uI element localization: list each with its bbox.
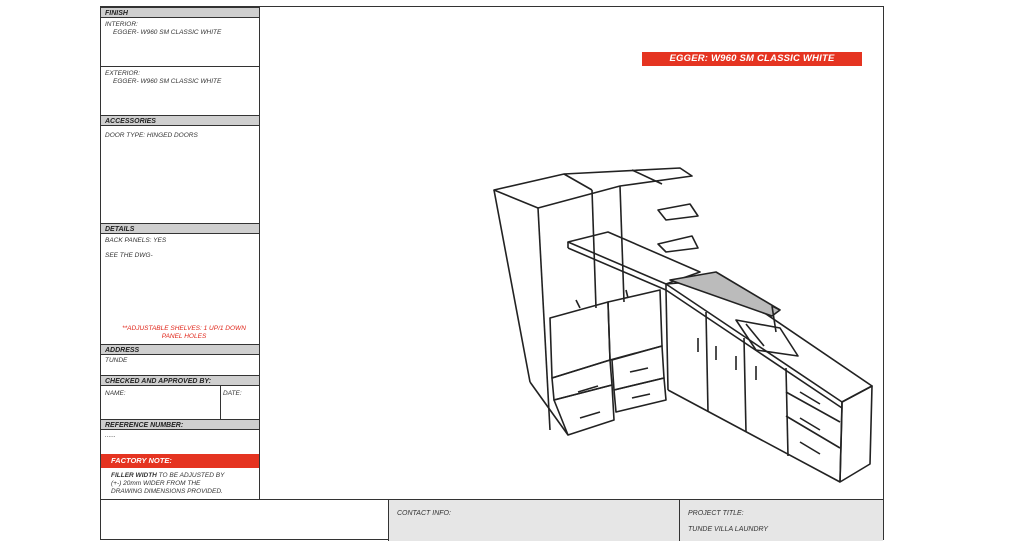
- factory-note-line3: DRAWING DIMENSIONS PROVIDED.: [111, 488, 223, 495]
- exterior-value: EGGER- W960 SM CLASSIC WHITE: [113, 78, 222, 85]
- backsplash: [669, 271, 781, 317]
- divider: [101, 66, 259, 67]
- address-header: ADDRESS: [101, 344, 259, 355]
- open-shelf: [657, 203, 699, 221]
- finish-header: FINISH: [101, 7, 259, 18]
- checked-header: CHECKED AND APPROVED BY:: [101, 375, 259, 386]
- drawer: [551, 359, 613, 401]
- address-value: TUNDE: [105, 357, 128, 364]
- factory-note-line1-rest: TO BE ADJUSTED BY: [156, 472, 225, 479]
- back-panels-text: BACK PANELS: YES: [105, 237, 167, 244]
- project-label: PROJECT TITLE:: [688, 510, 744, 517]
- end-panel: [839, 385, 873, 483]
- spec-sidebar: FINISH INTERIOR: EGGER- W960 SM CLASSIC …: [101, 7, 260, 499]
- cabinet-door: [549, 301, 611, 379]
- contact-label: CONTACT INFO:: [397, 510, 451, 517]
- base-worktop: [665, 279, 873, 403]
- drawer: [611, 345, 665, 391]
- exterior-label: EXTERIOR:: [105, 70, 141, 77]
- details-header: DETAILS: [101, 223, 259, 234]
- accessories-header: ACCESSORIES: [101, 115, 259, 126]
- reference-value: ......: [105, 432, 116, 439]
- title-block: CONTACT INFO: PROJECT TITLE: TUNDE VILLA…: [101, 499, 883, 541]
- divider: [220, 386, 221, 419]
- factory-note-line2: (+-) 20mm WIDER FROM THE: [111, 480, 201, 487]
- project-value: TUNDE VILLA LAUNDRY: [688, 526, 769, 533]
- date-label: DATE:: [223, 390, 242, 397]
- panel-holes-note: PANEL HOLES: [161, 333, 207, 340]
- interior-value: EGGER- W960 SM CLASSIC WHITE: [113, 29, 222, 36]
- cabinet-drawing: [493, 167, 873, 483]
- reference-header: REFERENCE NUMBER:: [101, 419, 259, 430]
- contact-cell: CONTACT INFO:: [388, 500, 679, 541]
- factory-note-header: FACTORY NOTE:: [101, 454, 259, 468]
- interior-label: INTERIOR:: [105, 21, 138, 28]
- factory-note-line1: FILLER WIDTH TO BE ADJUSTED BY: [111, 472, 224, 480]
- drawer: [613, 377, 667, 413]
- cabinet-door: [607, 289, 663, 361]
- filler-width-bold: FILLER WIDTH: [111, 472, 157, 479]
- project-cell: PROJECT TITLE: TUNDE VILLA LAUNDRY: [679, 500, 883, 541]
- adjustable-shelves-note: **ADJUSTABLE SHELVES: 1 UP/1 DOWN: [122, 325, 246, 332]
- material-badge: EGGER: W960 SM CLASSIC WHITE: [642, 52, 862, 66]
- open-shelf: [657, 235, 699, 253]
- door-type-text: DOOR TYPE: HINGED DOORS: [105, 132, 198, 139]
- name-label: NAME:: [105, 390, 126, 397]
- see-dwg-text: SEE THE DWG-: [105, 252, 153, 259]
